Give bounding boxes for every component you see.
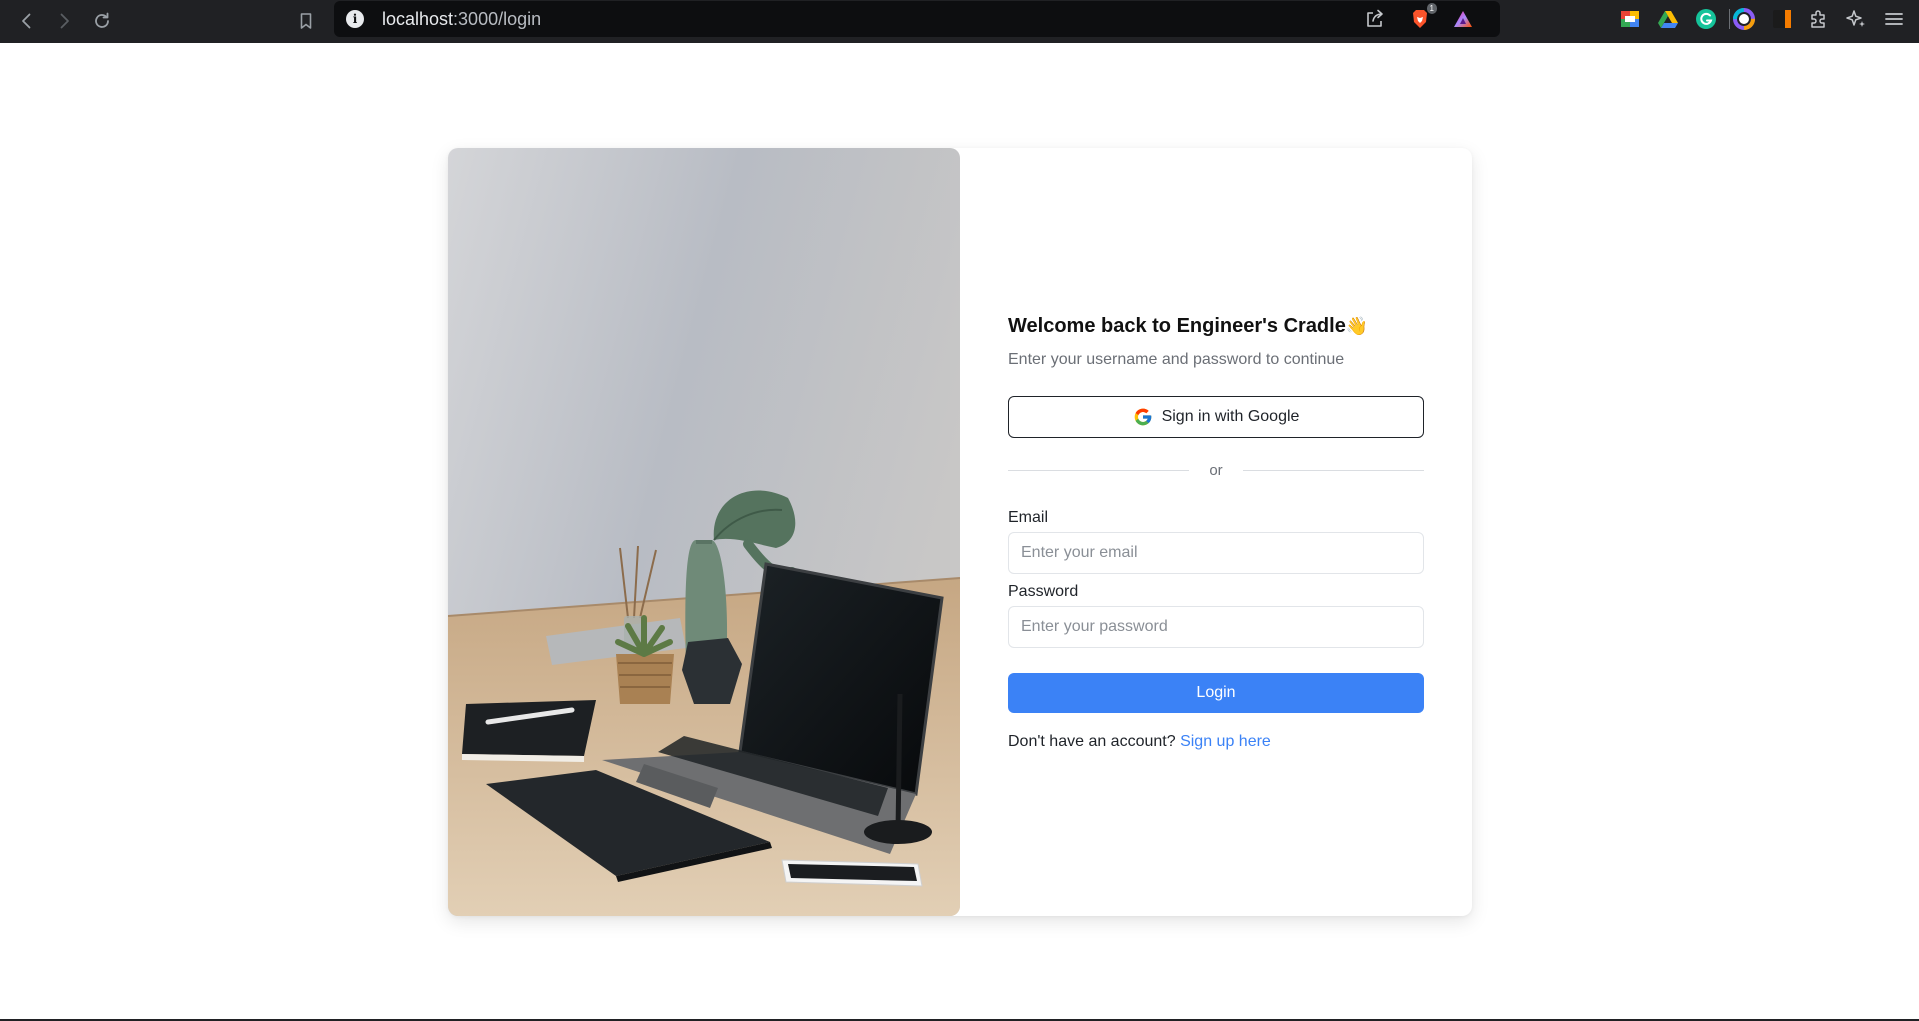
waving-hand-icon: 👋 <box>1345 316 1369 337</box>
login-card: Welcome back to Engineer's Cradle👋 Enter… <box>448 148 1472 916</box>
divider-line-right <box>1242 469 1424 471</box>
brave-shields-badge: 1 <box>1426 3 1437 14</box>
signup-prompt-text: Don't have an account? <box>1008 733 1176 750</box>
grammarly-icon[interactable] <box>1694 7 1718 31</box>
workspace-illustration <box>448 148 960 916</box>
share-icon[interactable] <box>1362 6 1388 32</box>
address-bar[interactable]: i localhost:3000/login 1 <box>334 1 1730 37</box>
brave-shields-icon[interactable]: 1 <box>1407 3 1437 32</box>
forward-icon[interactable] <box>49 6 79 36</box>
email-label: Email <box>1008 509 1049 526</box>
url-text[interactable]: localhost:3000/login <box>382 9 541 30</box>
login-form: Welcome back to Engineer's Cradle👋 Enter… <box>1008 312 1424 751</box>
bookmark-icon[interactable] <box>291 6 321 36</box>
back-icon[interactable] <box>12 6 42 36</box>
google-icon <box>1134 408 1151 426</box>
url-path: :3000/login <box>453 9 542 29</box>
signup-prompt: Don't have an account? Sign up here <box>1008 733 1424 751</box>
google-signin-button[interactable]: Sign in with Google <box>1008 396 1424 438</box>
google-drive-icon[interactable] <box>1656 7 1680 31</box>
email-field[interactable] <box>1008 532 1424 574</box>
reload-icon[interactable] <box>87 6 117 36</box>
title-text: Welcome back to Engineer's Cradle <box>1008 315 1346 337</box>
browser-toolbar: i localhost:3000/login 1 <box>0 0 1919 43</box>
lighthouse-icon[interactable] <box>1770 7 1794 31</box>
site-info-icon[interactable]: i <box>346 10 364 28</box>
google-signin-label: Sign in with Google <box>1161 408 1300 425</box>
divider-text: or <box>1209 461 1223 479</box>
url-host: localhost <box>382 9 454 29</box>
login-button[interactable]: Login <box>1008 673 1424 713</box>
brave-rewards-icon[interactable] <box>1450 6 1476 32</box>
password-field[interactable] <box>1008 606 1424 648</box>
page-title: Welcome back to Engineer's Cradle👋 <box>1008 312 1424 341</box>
or-divider: or <box>1008 460 1424 480</box>
page-subtitle: Enter your username and password to cont… <box>1008 351 1345 368</box>
signup-link[interactable]: Sign up here <box>1180 733 1271 750</box>
google-apps-icon[interactable] <box>1618 7 1642 31</box>
menu-icon[interactable] <box>1882 7 1906 31</box>
extensions-puzzle-icon[interactable] <box>1807 7 1831 31</box>
omnibox-divider <box>1729 9 1730 29</box>
color-extension-icon[interactable] <box>1732 7 1756 31</box>
password-label: Password <box>1008 583 1079 600</box>
divider-line-left <box>1008 469 1190 471</box>
leo-ai-icon[interactable] <box>1844 7 1868 31</box>
